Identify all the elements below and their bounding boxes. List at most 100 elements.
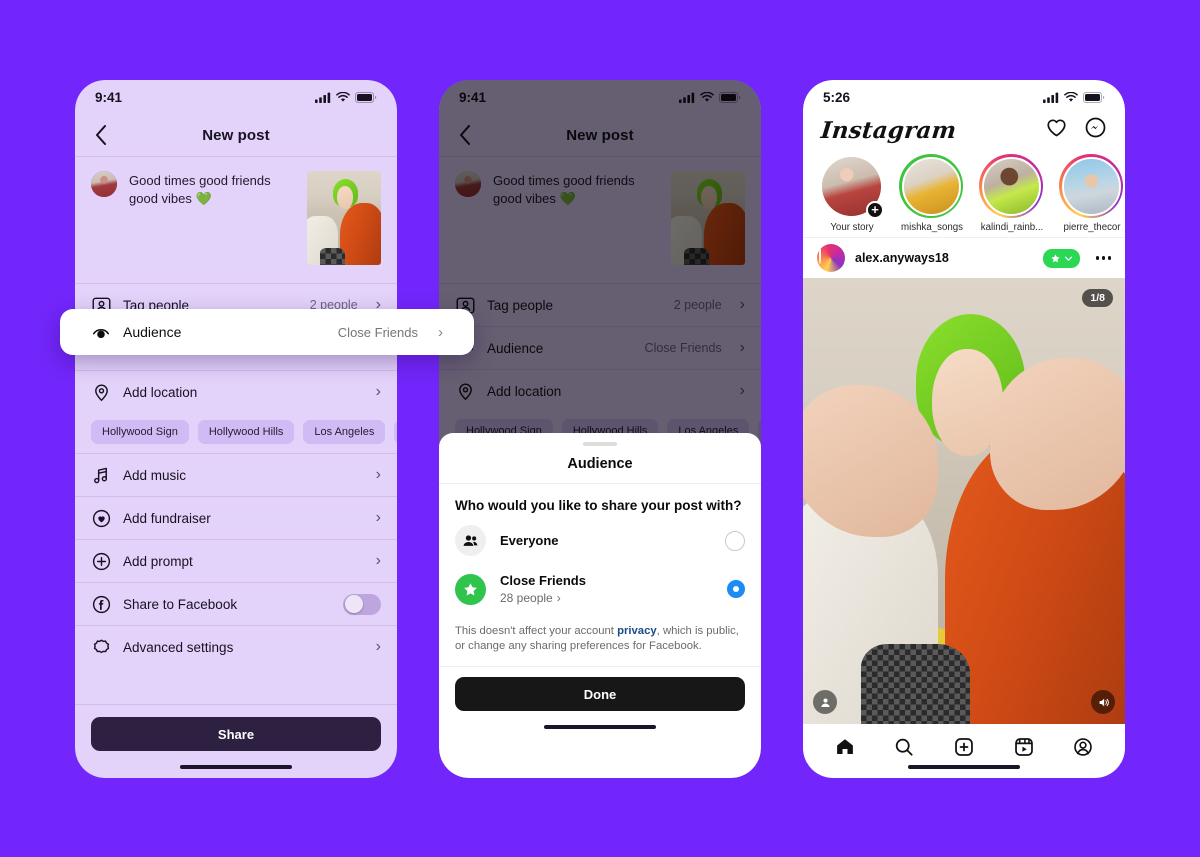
home-icon xyxy=(836,739,853,754)
status-bar: 5:26 xyxy=(803,80,1125,114)
location-chip[interactable]: Hollywood Sign xyxy=(91,420,189,444)
carousel-counter: 1/8 xyxy=(1082,289,1113,307)
location-pin-icon xyxy=(91,382,111,402)
row-share-to-facebook[interactable]: Share to Facebook xyxy=(75,583,397,625)
story-ring xyxy=(1059,154,1123,218)
story-item[interactable]: mishka_songs xyxy=(899,154,965,233)
tab-home[interactable] xyxy=(830,733,860,761)
chevron-right-icon: › xyxy=(375,466,381,483)
done-button[interactable]: Done xyxy=(455,677,745,711)
radio-close-friends[interactable] xyxy=(727,580,745,598)
add-story-plus-icon[interactable]: + xyxy=(866,201,884,219)
row-label: Add music xyxy=(123,467,187,483)
option-subtitle-text: 28 people xyxy=(500,591,553,605)
sheet-grabber[interactable] xyxy=(439,433,761,448)
status-time: 9:41 xyxy=(95,89,123,105)
privacy-link[interactable]: privacy xyxy=(617,625,657,637)
audience-highlight-card[interactable]: Audience Close Friends › xyxy=(60,309,474,355)
person-tag-icon[interactable] xyxy=(813,690,837,714)
battery-icon xyxy=(355,91,377,103)
messenger-icon[interactable] xyxy=(1084,116,1107,144)
facebook-toggle[interactable] xyxy=(343,593,381,615)
battery-icon xyxy=(1083,91,1105,103)
close-friends-badge[interactable] xyxy=(1042,248,1080,268)
story-item[interactable]: + Your story xyxy=(819,154,885,233)
home-indicator xyxy=(75,751,397,778)
location-chip[interactable]: Hollywood Hills xyxy=(197,420,295,444)
instagram-header: Instagram xyxy=(803,114,1125,150)
stories-tray[interactable]: + Your story mishka_songs kalindi_rainb.… xyxy=(803,150,1125,237)
cellular-signal-icon xyxy=(1043,92,1059,103)
row-label: Add prompt xyxy=(123,553,193,569)
phone-2-audience-sheet: 9:41 xyxy=(439,80,761,778)
avatar xyxy=(91,171,117,197)
wifi-icon xyxy=(336,91,350,102)
chevron-right-icon: › xyxy=(438,323,443,341)
sheet-title: Audience xyxy=(567,456,633,472)
option-title: Close Friends xyxy=(500,573,586,588)
chevron-left-icon xyxy=(96,125,106,145)
bottom-tab-bar xyxy=(803,724,1125,763)
row-label: Share to Facebook xyxy=(123,596,238,612)
story-ring-close-friends xyxy=(899,154,963,218)
wifi-icon xyxy=(1064,91,1078,102)
instagram-logo: Instagram xyxy=(819,116,958,144)
story-name: Your story xyxy=(830,222,874,233)
search-icon xyxy=(896,738,913,756)
nav-bar: New post xyxy=(75,114,397,156)
tab-search[interactable] xyxy=(889,733,919,761)
audience-eye-icon xyxy=(91,322,111,342)
status-bar: 9:41 xyxy=(75,80,397,114)
music-note-icon xyxy=(91,465,111,485)
plus-circle-icon xyxy=(91,551,111,571)
tab-create[interactable] xyxy=(949,733,979,761)
row-add-location[interactable]: Add location › xyxy=(75,371,397,413)
tab-profile[interactable] xyxy=(1068,733,1098,761)
post-image xyxy=(803,278,1125,724)
story-name: mishka_songs xyxy=(901,222,963,233)
option-subtitle[interactable]: 28 people › xyxy=(500,590,713,606)
post-thumbnail[interactable] xyxy=(307,171,381,265)
post-composer: Good times good friends good vibes 💚 xyxy=(75,157,397,283)
home-indicator xyxy=(439,711,761,738)
avatar[interactable] xyxy=(817,244,845,272)
row-label: Add location xyxy=(123,384,198,400)
story-name: pierre_thecor xyxy=(1063,222,1121,233)
sheet-question: Who would you like to share your post wi… xyxy=(455,498,742,513)
status-icons xyxy=(1043,91,1105,103)
fundraiser-heart-icon xyxy=(91,508,111,528)
row-add-fundraiser[interactable]: Add fundraiser › xyxy=(75,497,397,539)
story-item[interactable]: pierre_thecor xyxy=(1059,154,1125,233)
chevron-right-icon: › xyxy=(556,591,561,605)
disclaimer-before: This doesn't affect your account xyxy=(455,625,618,637)
location-chip[interactable]: R xyxy=(394,420,397,444)
caption-text[interactable]: Good times good friends good vibes 💚 xyxy=(129,171,295,208)
story-item[interactable]: kalindi_rainb... xyxy=(979,154,1045,233)
post-username[interactable]: alex.anyways18 xyxy=(855,251,1033,265)
plus-square-icon xyxy=(955,738,973,756)
sound-on-icon[interactable] xyxy=(1091,690,1115,714)
screenshot-stage: 9:41 New post Good times good friends go… xyxy=(0,0,1200,857)
location-chips: Hollywood Sign Hollywood Hills Los Angel… xyxy=(75,413,397,453)
heart-icon[interactable] xyxy=(1045,116,1068,144)
post-media[interactable]: 1/8 xyxy=(803,278,1125,724)
gear-icon xyxy=(91,637,111,657)
row-label: Advanced settings xyxy=(123,639,234,655)
home-indicator xyxy=(803,763,1125,778)
share-button[interactable]: Share xyxy=(91,717,381,751)
option-everyone[interactable]: Everyone xyxy=(439,517,761,564)
more-options-icon[interactable] xyxy=(1090,256,1111,260)
row-add-music[interactable]: Add music › xyxy=(75,454,397,496)
radio-everyone[interactable] xyxy=(725,530,745,551)
tab-reels[interactable] xyxy=(1009,733,1039,761)
story-ring xyxy=(979,154,1043,218)
location-chip[interactable]: Los Angeles xyxy=(303,420,386,444)
facebook-icon xyxy=(91,594,111,614)
phone-3-instagram-feed: 5:26 Instagram + Your story mishka_songs… xyxy=(803,80,1125,778)
option-close-friends[interactable]: Close Friends 28 people › xyxy=(439,564,761,614)
row-add-prompt[interactable]: Add prompt › xyxy=(75,540,397,582)
status-time: 5:26 xyxy=(823,89,851,105)
row-advanced-settings[interactable]: Advanced settings › xyxy=(75,626,397,668)
back-button[interactable] xyxy=(91,125,111,145)
option-title: Everyone xyxy=(500,532,559,548)
